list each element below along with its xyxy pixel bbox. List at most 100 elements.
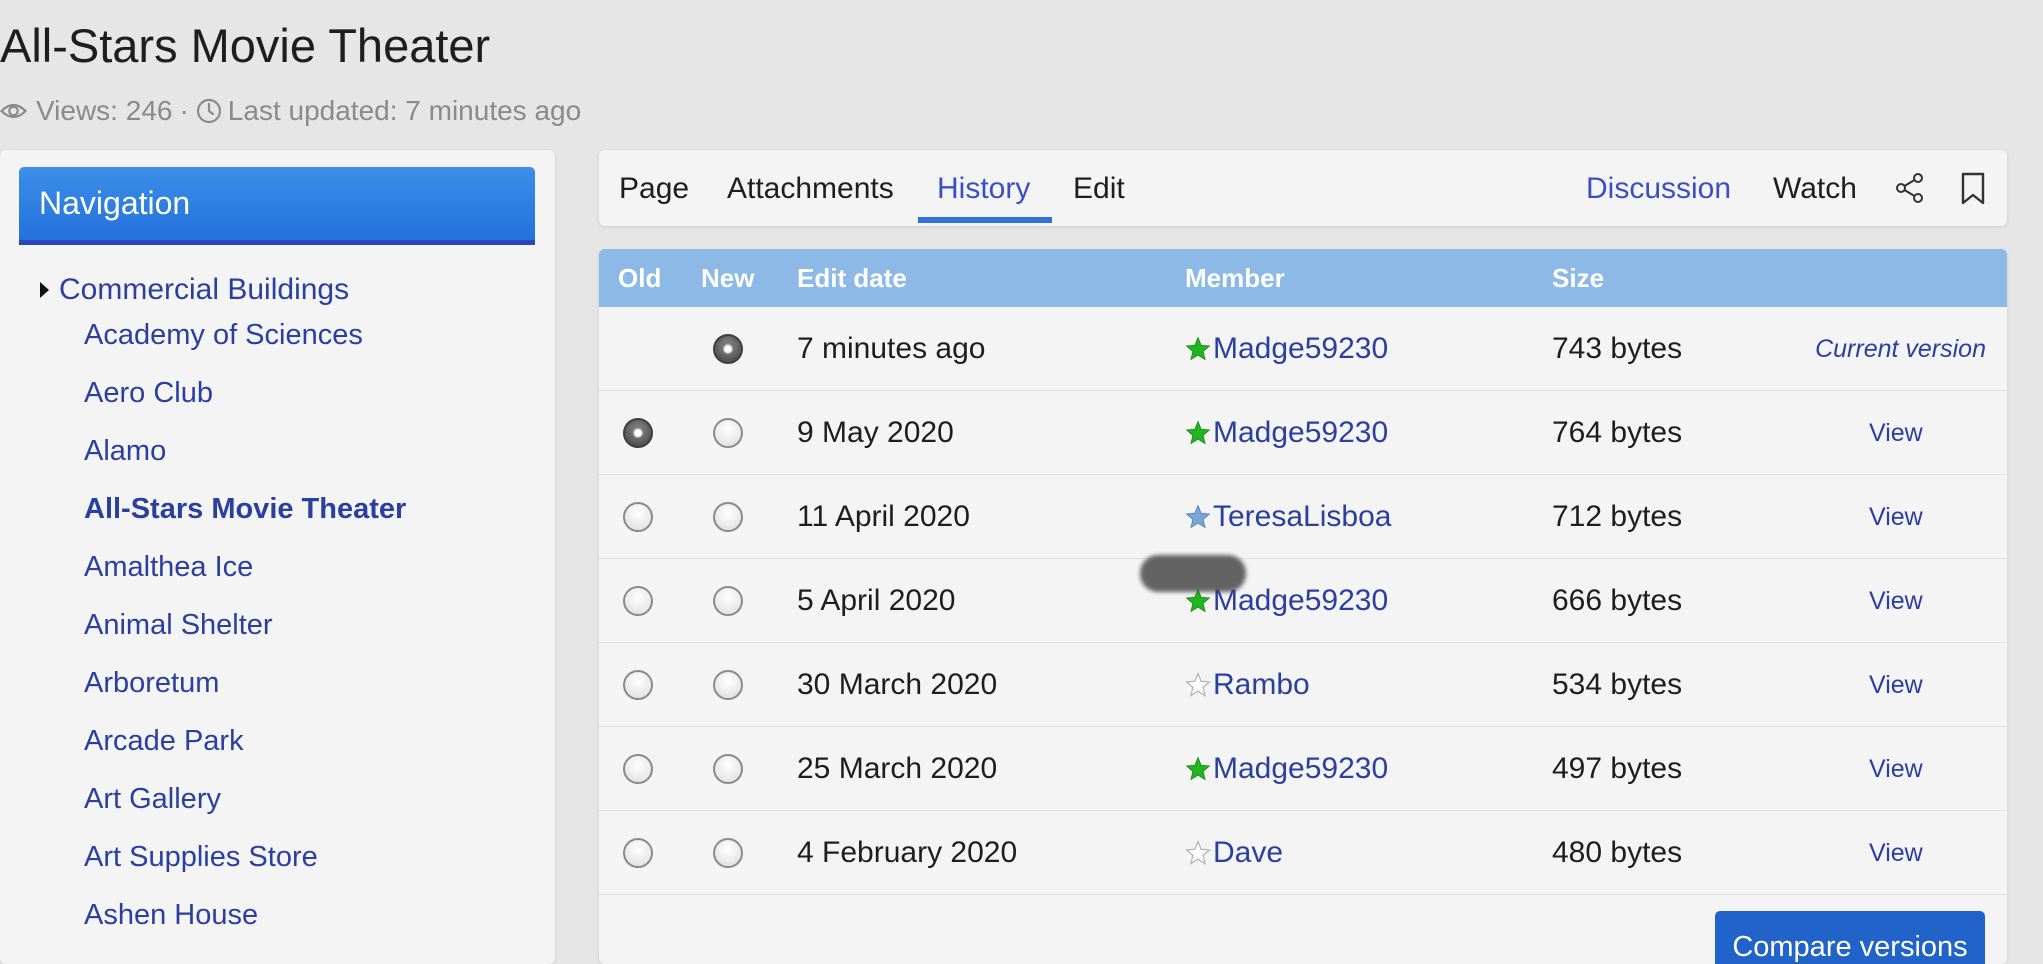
current-version-label: Current version (1815, 335, 1986, 363)
active-tab-indicator (918, 217, 1052, 223)
column-size: Size (1552, 263, 1605, 293)
navigation-header: Navigation (19, 167, 535, 245)
new-version-radio[interactable] (713, 334, 743, 364)
page-tabs: Page Attachments History Edit Discussion… (599, 150, 2007, 226)
member-link[interactable]: Madge59230 (1185, 391, 1388, 475)
edit-date: 25 March 2020 (797, 752, 998, 785)
new-version-radio[interactable] (713, 418, 743, 448)
revision-size: 666 bytes (1552, 584, 1683, 617)
nav-item-all-stars-movie-theater[interactable]: All-Stars Movie Theater (84, 493, 406, 551)
last-updated: Last updated: 7 minutes ago (227, 95, 582, 126)
edit-date: 9 May 2020 (797, 416, 954, 449)
table-row: 9 May 2020 Madge59230 764 bytes View (599, 391, 2007, 475)
view-link[interactable]: View (1869, 559, 1923, 643)
nav-item-arcade-park[interactable]: Arcade Park (84, 725, 406, 783)
new-version-radio[interactable] (713, 670, 743, 700)
page-title: All-Stars Movie Theater (0, 19, 491, 72)
watch-button[interactable]: Watch (1773, 150, 1857, 226)
new-version-radio[interactable] (713, 838, 743, 868)
column-member: Member (1185, 263, 1285, 293)
nav-item-academy-of-sciences[interactable]: Academy of Sciences (84, 319, 406, 377)
nav-parent-commercial-buildings[interactable]: Commercial Buildings (40, 273, 349, 307)
history-table: Old New Edit date Member Size 7 minutes … (599, 249, 2007, 964)
old-version-radio[interactable] (623, 670, 653, 700)
old-version-radio[interactable] (623, 502, 653, 532)
member-link[interactable]: Dave (1185, 811, 1283, 895)
revision-size: 712 bytes (1552, 500, 1683, 533)
nav-item-art-supplies-store[interactable]: Art Supplies Store (84, 841, 406, 899)
nav-item-animal-shelter[interactable]: Animal Shelter (84, 609, 406, 667)
nav-list: Academy of Sciences Aero Club Alamo All-… (84, 319, 406, 957)
tab-attachments[interactable]: Attachments (727, 150, 894, 226)
table-row: 30 March 2020 Rambo 534 bytes View (599, 643, 2007, 727)
view-link[interactable]: View (1869, 475, 1923, 559)
edit-date: 11 April 2020 (797, 500, 970, 533)
old-version-radio[interactable] (623, 418, 653, 448)
table-row: 25 March 2020 Madge59230 497 bytes View (599, 727, 2007, 811)
view-link[interactable]: View (1869, 643, 1923, 727)
meta-separator: · (179, 95, 189, 126)
clock-icon (196, 98, 222, 124)
share-icon[interactable] (1895, 172, 1925, 209)
nav-item-art-gallery[interactable]: Art Gallery (84, 783, 406, 841)
revision-size: 497 bytes (1552, 752, 1683, 785)
redaction-smudge (1140, 555, 1246, 592)
member-name[interactable]: Rambo (1213, 643, 1310, 727)
new-version-radio[interactable] (713, 754, 743, 784)
column-old: Old (618, 263, 662, 293)
member-link[interactable]: TeresaLisboa (1185, 475, 1391, 559)
table-header: Old New Edit date Member Size (599, 249, 2007, 307)
member-name[interactable]: TeresaLisboa (1213, 475, 1391, 559)
bookmark-icon[interactable] (1960, 172, 1986, 211)
revision-size: 764 bytes (1552, 416, 1683, 449)
white-star-icon (1185, 840, 1211, 865)
old-version-radio[interactable] (623, 586, 653, 616)
member-name[interactable]: Madge59230 (1213, 307, 1388, 391)
old-version-radio[interactable] (623, 838, 653, 868)
edit-date: 4 February 2020 (797, 836, 1018, 869)
edit-date: 7 minutes ago (797, 332, 986, 365)
member-name[interactable]: Dave (1213, 811, 1283, 895)
views-count: Views: 246 (36, 95, 173, 126)
old-version-radio[interactable] (623, 754, 653, 784)
page-meta: Views: 246 · Last updated: 7 minutes ago (0, 95, 581, 127)
view-link[interactable]: View (1869, 811, 1923, 895)
tab-edit[interactable]: Edit (1073, 150, 1125, 226)
green-star-icon (1185, 336, 1211, 361)
new-version-radio[interactable] (713, 502, 743, 532)
nav-item-alamo[interactable]: Alamo (84, 435, 406, 493)
member-name[interactable]: Madge59230 (1213, 391, 1388, 475)
revision-size: 743 bytes (1552, 332, 1683, 365)
edit-date: 5 April 2020 (797, 584, 956, 617)
blue-star-icon (1185, 504, 1211, 529)
expand-triangle-icon[interactable] (40, 282, 49, 298)
green-star-icon (1185, 756, 1211, 781)
column-edit-date: Edit date (797, 263, 907, 293)
revision-size: 480 bytes (1552, 836, 1683, 869)
member-link[interactable]: Rambo (1185, 643, 1310, 727)
new-version-radio[interactable] (713, 586, 743, 616)
compare-versions-button[interactable]: Compare versions (1715, 911, 1985, 964)
revision-size: 534 bytes (1552, 668, 1683, 701)
member-name[interactable]: Madge59230 (1213, 727, 1388, 811)
view-link[interactable]: View (1869, 727, 1923, 811)
nav-item-ashen-house[interactable]: Ashen House (84, 899, 406, 957)
view-link[interactable]: View (1869, 391, 1923, 475)
member-link[interactable]: Madge59230 (1185, 727, 1388, 811)
member-link[interactable]: Madge59230 (1185, 307, 1388, 391)
nav-item-arboretum[interactable]: Arboretum (84, 667, 406, 725)
nav-parent-label[interactable]: Commercial Buildings (59, 273, 349, 307)
nav-item-aero-club[interactable]: Aero Club (84, 377, 406, 435)
table-row: 7 minutes ago Madge59230 743 bytes Curre… (599, 307, 2007, 391)
navigation-sidebar: Navigation Commercial Buildings Academy … (0, 150, 555, 964)
eye-icon (0, 101, 27, 121)
edit-date: 30 March 2020 (797, 668, 998, 701)
column-new: New (701, 263, 755, 293)
nav-item-amalthea-ice[interactable]: Amalthea Ice (84, 551, 406, 609)
tab-history[interactable]: History (937, 150, 1030, 226)
tab-discussion[interactable]: Discussion (1586, 150, 1731, 226)
tab-page[interactable]: Page (619, 150, 689, 226)
green-star-icon (1185, 420, 1211, 445)
table-row: 11 April 2020 TeresaLisboa 712 bytes Vie… (599, 475, 2007, 559)
table-row: 5 April 2020 Madge59230 666 bytes View (599, 559, 2007, 643)
